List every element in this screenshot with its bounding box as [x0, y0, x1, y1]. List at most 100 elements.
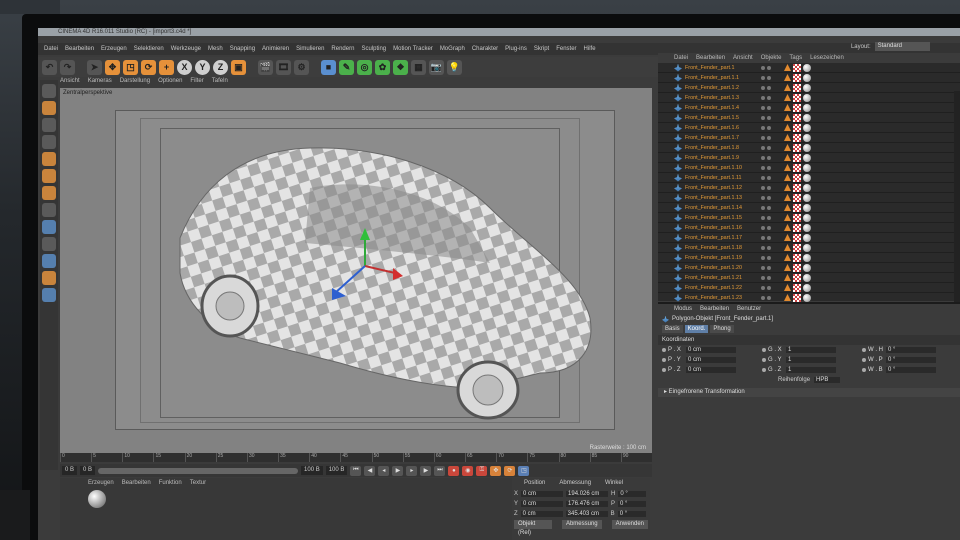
object-name[interactable]: Front_Fender_part.1.8: [685, 145, 751, 151]
material-tag-icon[interactable]: [803, 164, 811, 172]
menu-item-5[interactable]: Mesh: [208, 46, 223, 52]
layout-selector[interactable]: Layout: Standard: [851, 42, 930, 51]
move-tool-icon[interactable]: ✥: [105, 59, 120, 75]
last-frame-icon[interactable]: ⏭: [434, 465, 446, 476]
snap-icon[interactable]: [42, 220, 56, 234]
editor-visibility-dot[interactable]: [761, 65, 765, 70]
play-icon[interactable]: ▶: [392, 465, 404, 476]
edges-mode-icon[interactable]: [42, 169, 56, 183]
end-frame-field[interactable]: 100 B: [301, 466, 323, 475]
coord-measure-dropdown[interactable]: Abmessung: [561, 520, 602, 529]
visibility-dots[interactable]: [761, 125, 771, 130]
coord-angle-field[interactable]: 0 °: [618, 500, 647, 507]
viewport-menu-item-0[interactable]: Ansicht: [60, 78, 80, 87]
menu-item-10[interactable]: Sculpting: [361, 46, 386, 52]
visibility-dots[interactable]: [761, 85, 771, 90]
scale-key-icon[interactable]: ◳: [518, 465, 530, 476]
texture-tag-icon[interactable]: [793, 294, 801, 302]
object-row[interactable]: Front_Fender_part.1.3: [658, 93, 960, 103]
render-visibility-dot[interactable]: [767, 295, 771, 300]
object-row[interactable]: Front_Fender_part.1.7: [658, 133, 960, 143]
viewport-menu-item-4[interactable]: Filter: [190, 78, 203, 87]
texture-tag-icon[interactable]: [793, 124, 801, 132]
material-tag-icon[interactable]: [803, 114, 811, 122]
object-name[interactable]: Front_Fender_part.1.17: [685, 235, 751, 241]
object-name[interactable]: Front_Fender_part.1.19: [685, 255, 751, 261]
object-menu-item-2[interactable]: Ansicht: [733, 55, 753, 61]
material-tag-icon[interactable]: [803, 124, 811, 132]
material-tag-icon[interactable]: [803, 154, 811, 162]
editor-visibility-dot[interactable]: [761, 285, 765, 290]
coordinate-value-field[interactable]: 1: [786, 347, 836, 353]
visibility-dots[interactable]: [761, 165, 771, 170]
coordinate-value-field[interactable]: 0 cm: [686, 347, 736, 353]
material-tag-icon[interactable]: [803, 94, 811, 102]
visibility-dots[interactable]: [761, 245, 771, 250]
render-visibility-dot[interactable]: [767, 105, 771, 110]
phong-tag-icon[interactable]: [784, 144, 791, 151]
object-name[interactable]: Front_Fender_part.1.11: [685, 175, 751, 181]
object-name[interactable]: Front_Fender_part.1.4: [685, 105, 751, 111]
coordinate-value-field[interactable]: 0 °: [886, 357, 936, 363]
object-row[interactable]: Front_Fender_part.1.5: [658, 113, 960, 123]
visibility-dots[interactable]: [761, 95, 771, 100]
visibility-dots[interactable]: [761, 105, 771, 110]
visibility-dots[interactable]: [761, 225, 771, 230]
floor-scene-icon[interactable]: ▦: [411, 59, 426, 75]
object-row[interactable]: Front_Fender_part.1.11: [658, 173, 960, 183]
menu-item-6[interactable]: Snapping: [230, 46, 255, 52]
object-name[interactable]: Front_Fender_part.1.7: [685, 135, 751, 141]
material-menu-item-3[interactable]: Textur: [190, 480, 206, 486]
max-frame-field[interactable]: 100 B: [325, 466, 348, 475]
viewport-menu-item-3[interactable]: Optionen: [158, 78, 182, 87]
visibility-dots[interactable]: [761, 205, 771, 210]
phong-tag-icon[interactable]: [784, 284, 791, 291]
material-tag-icon[interactable]: [803, 64, 811, 72]
render-visibility-dot[interactable]: [767, 285, 771, 290]
object-name[interactable]: Front_Fender_part.1.10: [685, 165, 751, 171]
phong-tag-icon[interactable]: [784, 264, 791, 271]
phong-tag-icon[interactable]: [784, 84, 791, 91]
phong-tag-icon[interactable]: [784, 254, 791, 261]
start-frame-field[interactable]: 0 B: [62, 466, 78, 475]
texture-tag-icon[interactable]: [793, 94, 801, 102]
render-visibility-dot[interactable]: [767, 95, 771, 100]
coord-size-field[interactable]: 176.476 cm: [566, 500, 609, 507]
phong-tag-icon[interactable]: [784, 294, 791, 301]
menu-item-1[interactable]: Bearbeiten: [65, 46, 94, 52]
viewport[interactable]: Zentralperspektive Rasterweite : 100 cm: [60, 88, 652, 453]
phong-tag-icon[interactable]: [784, 274, 791, 281]
material-tag-icon[interactable]: [803, 144, 811, 152]
material-menu-item-0[interactable]: Erzeugen: [88, 480, 114, 486]
object-row[interactable]: Front_Fender_part.1.15: [658, 213, 960, 223]
material-tag-icon[interactable]: [803, 214, 811, 222]
object-menu-item-5[interactable]: Lesezeichen: [810, 55, 844, 61]
phong-tag-icon[interactable]: [784, 224, 791, 231]
frame-range-slider[interactable]: [98, 467, 299, 474]
texture-tag-icon[interactable]: [793, 174, 801, 182]
animate-dot[interactable]: [862, 348, 866, 352]
menu-item-4[interactable]: Werkzeuge: [171, 46, 201, 52]
viewport-menu-item-2[interactable]: Darstellung: [120, 78, 150, 87]
render-visibility-dot[interactable]: [767, 85, 771, 90]
animate-dot[interactable]: [662, 368, 666, 372]
menu-item-12[interactable]: MoGraph: [440, 46, 465, 52]
editor-visibility-dot[interactable]: [761, 135, 765, 140]
object-name[interactable]: Front_Fender_part.1.16: [685, 225, 751, 231]
grid-icon[interactable]: [42, 288, 56, 302]
material-tag-icon[interactable]: [803, 84, 811, 92]
object-row[interactable]: Front_Fender_part.1.6: [658, 123, 960, 133]
polygons-mode-icon[interactable]: [42, 186, 56, 200]
object-row[interactable]: Front_Fender_part.1.20: [658, 263, 960, 273]
material-tag-icon[interactable]: [803, 134, 811, 142]
coord-size-field[interactable]: 345.403 cm: [565, 510, 608, 517]
object-name[interactable]: Front_Fender_part.1.6: [685, 125, 751, 131]
object-name[interactable]: Front_Fender_part.1.12: [685, 185, 751, 191]
object-name[interactable]: Front_Fender_part.1.20: [685, 265, 751, 271]
phong-tag-icon[interactable]: [784, 124, 791, 131]
object-menu-item-0[interactable]: Datei: [674, 55, 688, 61]
object-name[interactable]: Front_Fender_part.1.13: [685, 195, 751, 201]
object-menu-item-4[interactable]: Tags: [789, 55, 802, 61]
editor-visibility-dot[interactable]: [761, 75, 765, 80]
render-visibility-dot[interactable]: [767, 65, 771, 70]
